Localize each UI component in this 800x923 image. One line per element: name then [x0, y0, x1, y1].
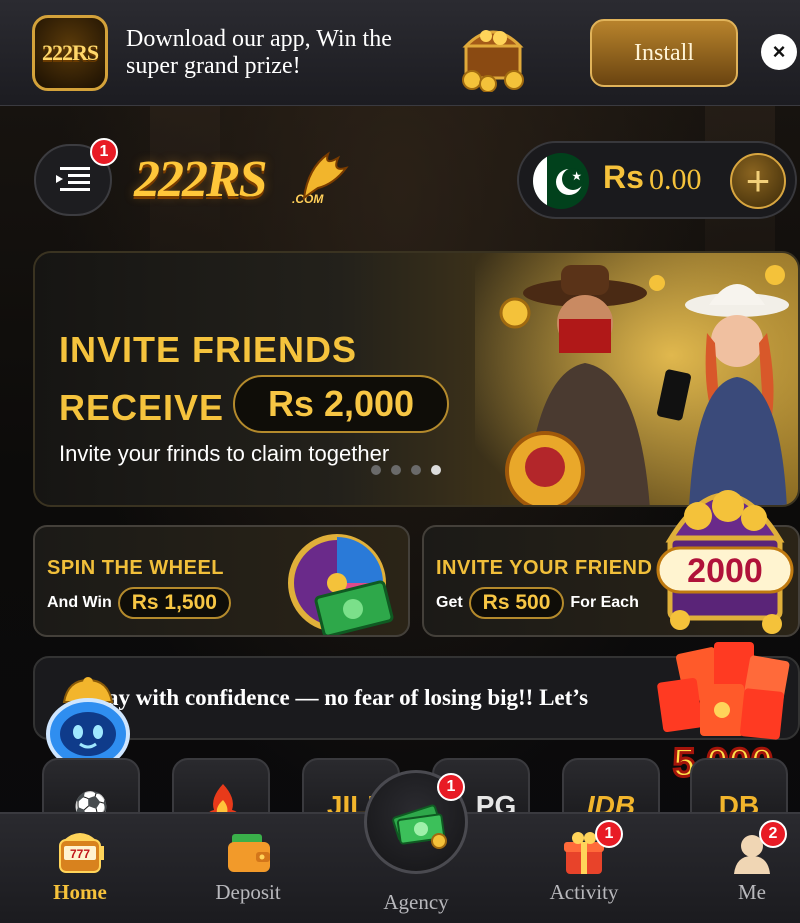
nav-home-label: Home: [53, 880, 107, 904]
download-message: Download our app, Win the super grand pr…: [126, 26, 392, 79]
nav-home[interactable]: 777 Home: [25, 814, 135, 923]
me-notification-badge: 2: [759, 820, 787, 848]
money-stack-icon: [392, 804, 447, 849]
agency-center-button[interactable]: 1: [364, 770, 468, 874]
app-logo-text: 222RS: [41, 40, 99, 65]
nav-deposit[interactable]: Deposit: [193, 814, 303, 923]
promo-offer: Get Rs 500 For Each: [436, 587, 639, 619]
wallet-balance: Rs 0.00 +: [517, 141, 797, 219]
add-funds-button[interactable]: +: [730, 153, 786, 209]
pakistan-flag-icon: [533, 153, 589, 209]
app-logo[interactable]: 222RS: [32, 15, 108, 91]
nav-deposit-label: Deposit: [215, 880, 281, 904]
download-app-banner: 222RS Download our app, Win the super gr…: [0, 0, 800, 106]
install-button[interactable]: Install: [590, 19, 738, 87]
prize-wheel-icon: [288, 534, 394, 635]
nav-agency-label: Agency: [383, 890, 449, 914]
close-icon: ×: [772, 39, 786, 64]
nav-activity-label: Activity: [549, 880, 619, 904]
carousel-dot-active[interactable]: [431, 465, 441, 475]
promo-suffix: For Each: [570, 594, 639, 611]
nav-activity[interactable]: 1 Activity: [529, 814, 639, 923]
phoenix-wing-icon: [302, 151, 349, 201]
menu-icon: [56, 167, 90, 191]
hero-receive-label: RECEIVE: [59, 387, 225, 428]
brand-logo[interactable]: 222RS: [134, 150, 268, 212]
nav-me[interactable]: 2 Me: [697, 814, 800, 923]
promo-amount: Rs 1,500: [117, 587, 231, 619]
treasure-chest-icon: [462, 30, 524, 92]
balance-amount: 0.00: [649, 163, 702, 196]
treasure-chest-icon: 2000: [656, 490, 794, 634]
hero-subtitle: Invite your frinds to claim together: [59, 441, 390, 466]
menu-button[interactable]: 1: [34, 138, 118, 216]
carousel-indicators: [371, 465, 441, 475]
announcement-text: ay with confidence — no fear of losing b…: [107, 685, 589, 710]
promo-title: SPIN THE WHEEL: [47, 557, 225, 579]
promo-prefix: And Win: [47, 594, 112, 611]
hero-headline: INVITE FRIENDS: [59, 329, 358, 370]
promo-prefix: Get: [436, 594, 463, 611]
activity-notification-badge: 1: [595, 820, 623, 848]
carousel-dot[interactable]: [371, 465, 381, 475]
promo-amount: Rs 500: [468, 587, 565, 619]
wallet-icon: [228, 834, 270, 872]
treasure-chest-widget[interactable]: 2000: [650, 420, 800, 645]
balance-currency: Rs: [603, 159, 644, 195]
spin-wheel-promo-card[interactable]: SPIN THE WHEEL And Win Rs 1,500: [33, 525, 410, 637]
menu-notification-badge: 1: [90, 138, 118, 166]
agency-notification-badge: 1: [437, 773, 465, 801]
close-banner-button[interactable]: ×: [761, 34, 797, 70]
promo-title: INVITE YOUR FRIEND: [436, 557, 653, 579]
carousel-dot[interactable]: [411, 465, 421, 475]
plus-icon: +: [745, 157, 771, 204]
nav-me-label: Me: [738, 880, 766, 904]
slot-machine-icon: 777: [59, 833, 104, 873]
chest-amount: 2000: [687, 552, 763, 590]
carousel-dot[interactable]: [391, 465, 401, 475]
svg-text:777: 777: [70, 847, 90, 861]
hero-reward-amount: Rs 2,000: [233, 375, 449, 433]
promo-offer: And Win Rs 1,500: [47, 587, 231, 619]
